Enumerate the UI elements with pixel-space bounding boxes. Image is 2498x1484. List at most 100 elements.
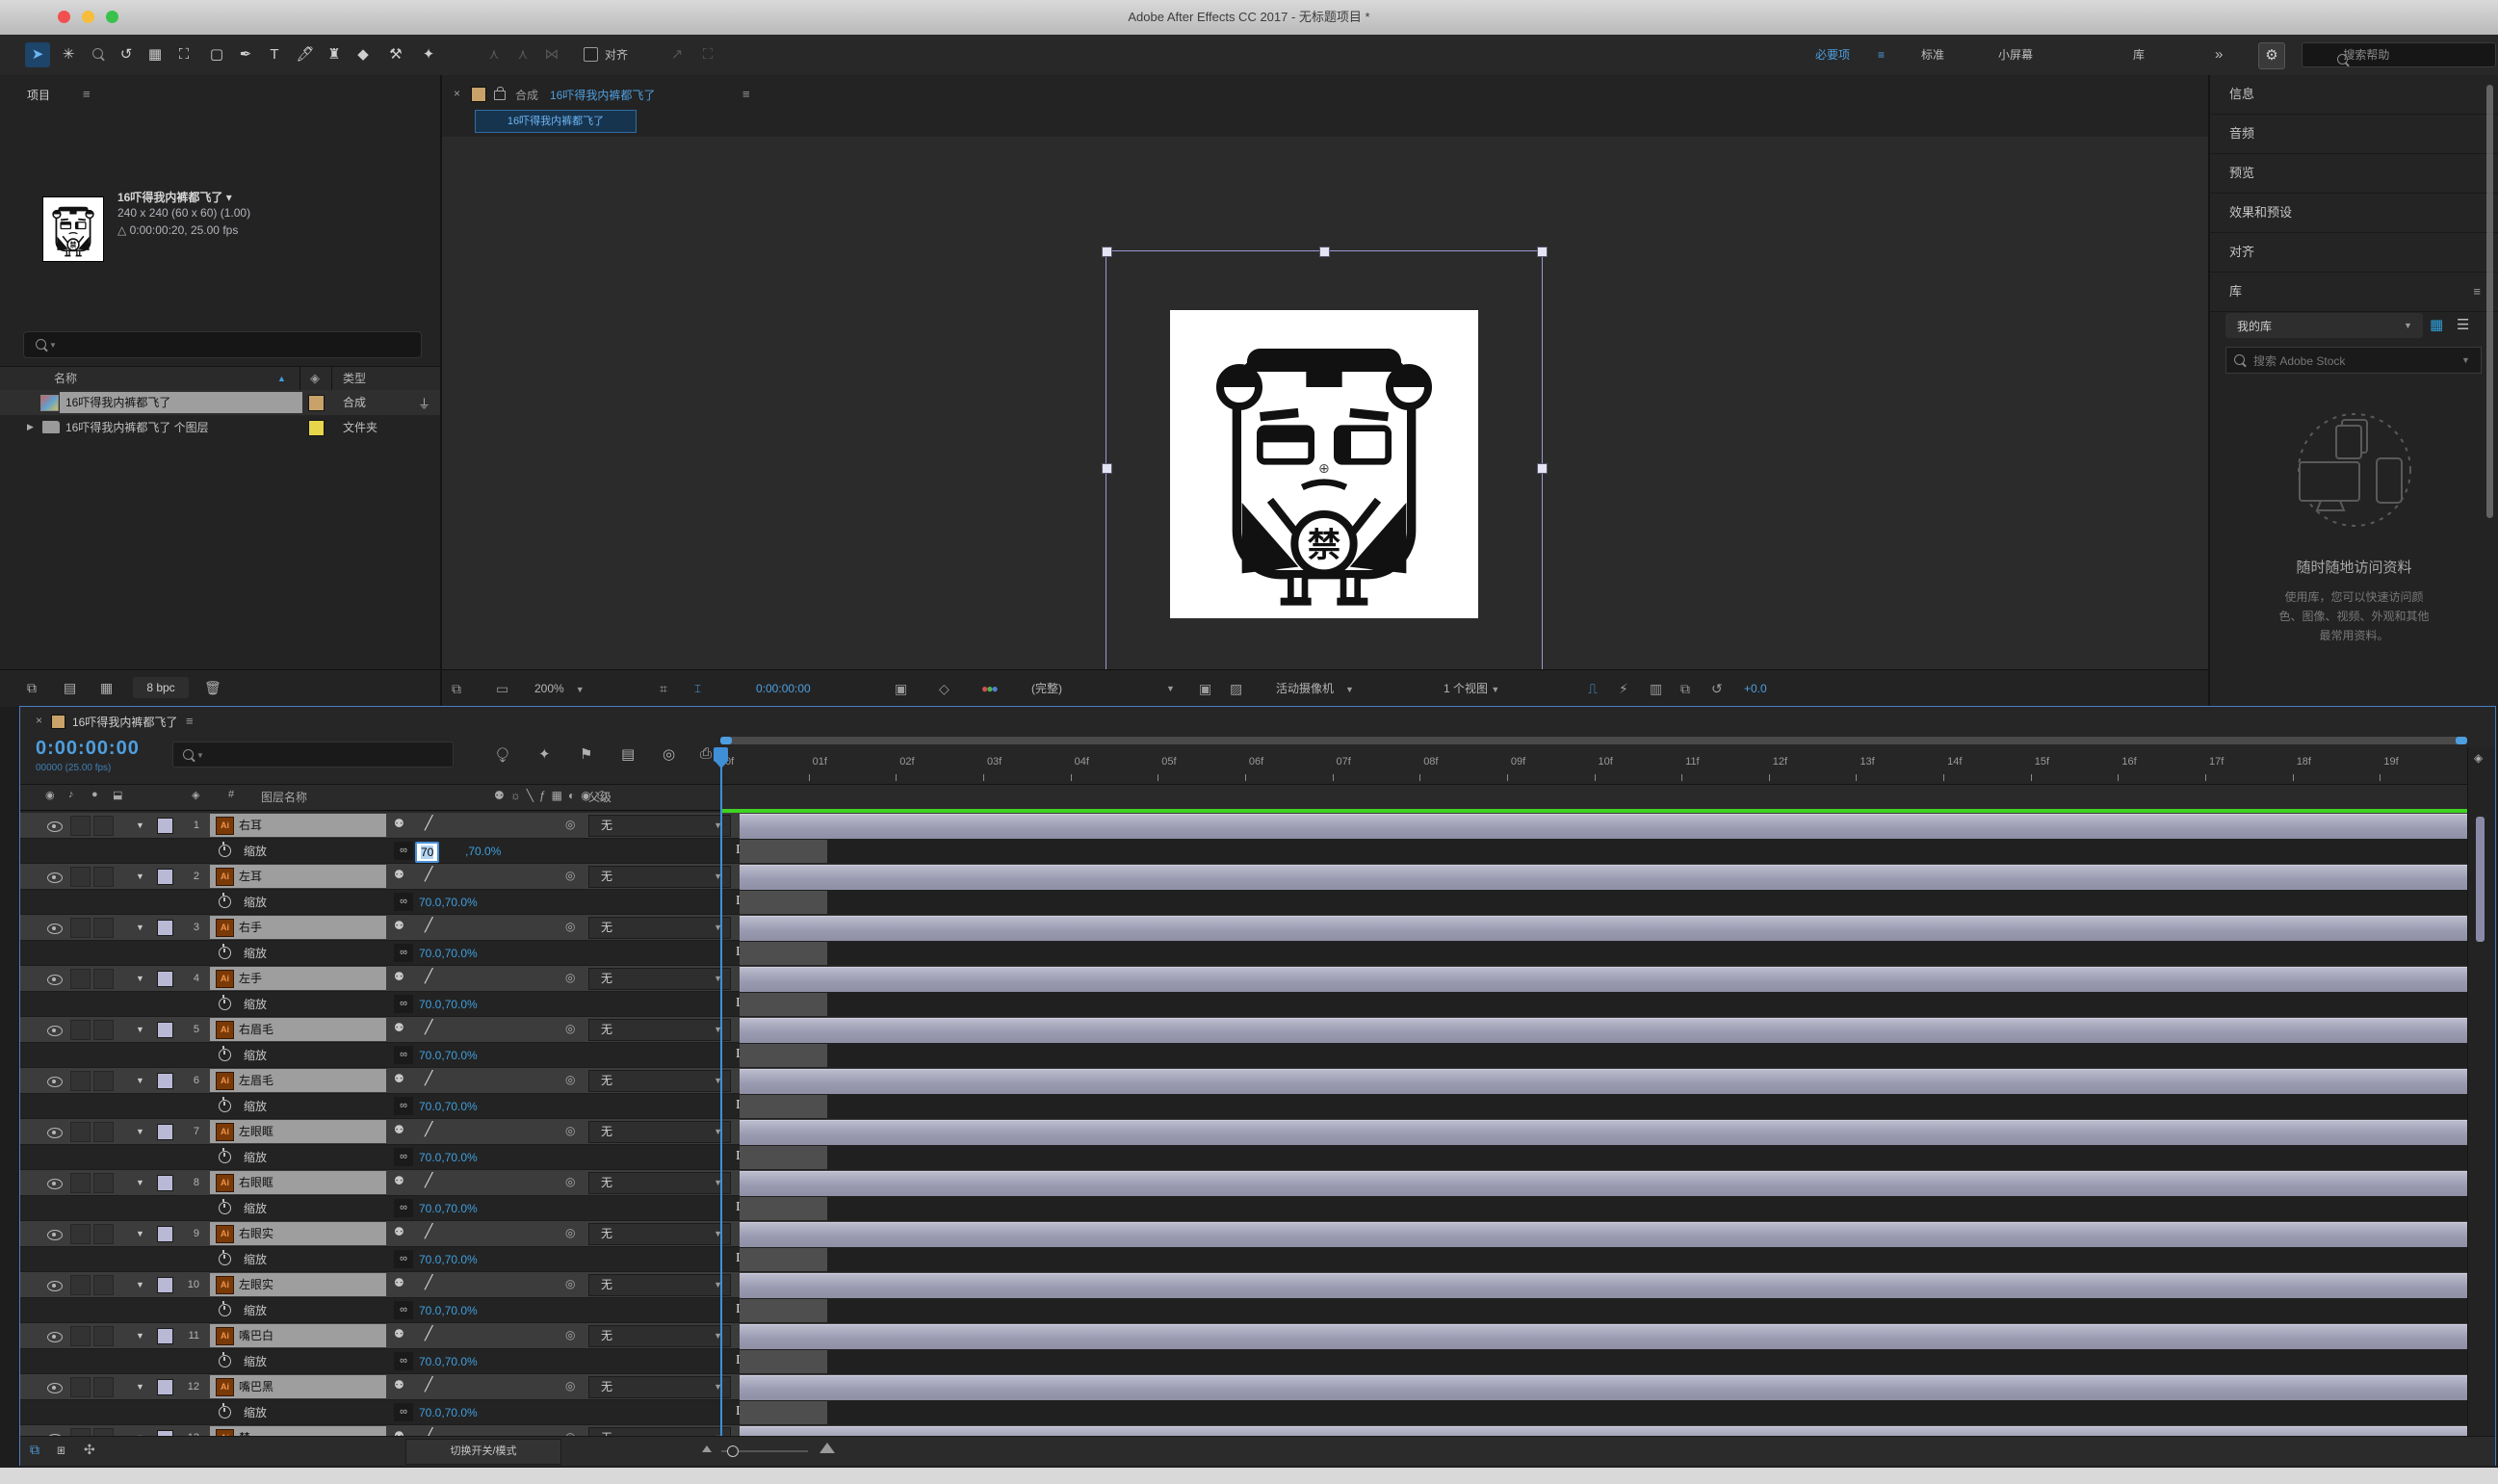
layer-expander-icon[interactable]: ▼ — [136, 1382, 144, 1392]
parent-dropdown[interactable]: 无▼ — [588, 1172, 731, 1194]
timeline-vertical-scrollbar[interactable] — [2476, 817, 2485, 942]
property-graph-area[interactable]: I — [740, 1247, 2485, 1272]
keyframe-ibeam-icon[interactable]: I — [736, 1353, 741, 1368]
property-label[interactable]: 缩放 — [244, 941, 267, 966]
layer-name[interactable]: 左眉毛 — [239, 1069, 273, 1092]
property-label[interactable]: 缩放 — [244, 1400, 267, 1425]
layer-visibility-eye-icon[interactable] — [47, 1179, 63, 1189]
audio-cell[interactable] — [70, 1071, 91, 1091]
stopwatch-icon[interactable] — [219, 1406, 231, 1419]
audio-cell[interactable] — [70, 918, 91, 938]
keyframe-ibeam-icon[interactable]: I — [736, 843, 741, 858]
layer-label-swatch[interactable] — [157, 1277, 173, 1293]
scale-value[interactable]: 70.0,70.0% — [419, 1094, 478, 1119]
sort-ascending-icon[interactable]: ▲ — [277, 367, 286, 390]
rasterize-switch-icon[interactable]: ╱ — [425, 1121, 432, 1137]
solo-cell[interactable] — [93, 1275, 114, 1295]
parent-pickwhip-icon[interactable]: ◎ — [565, 971, 575, 984]
bit-depth-button[interactable]: 8 bpc — [133, 677, 189, 698]
stopwatch-icon[interactable] — [219, 1100, 231, 1112]
link-dimensions-icon[interactable]: ∞ — [394, 1097, 413, 1115]
parent-dropdown[interactable]: 无▼ — [588, 1427, 731, 1436]
parent-dropdown[interactable]: 无▼ — [588, 1019, 731, 1041]
zoom-in-mountain-icon[interactable] — [820, 1443, 835, 1453]
scale-value[interactable]: 70.0,70.0% — [419, 890, 478, 915]
layer-name[interactable]: 左眼眶 — [239, 1120, 273, 1143]
project-panel-menu-icon[interactable]: ≡ — [83, 87, 91, 101]
project-search-input[interactable]: ▼ — [23, 331, 422, 358]
column-layer-name[interactable]: 图层名称 — [261, 789, 307, 805]
layer-name[interactable]: 左眼实 — [239, 1273, 273, 1296]
keyframe-ibeam-icon[interactable]: I — [736, 894, 741, 909]
property-row[interactable]: 缩放∞70.0,70.0%I — [20, 1043, 2495, 1068]
keyframe-ibeam-icon[interactable]: I — [736, 1047, 741, 1062]
layer-duration-bar[interactable] — [740, 1120, 2485, 1145]
sidebar-panel-4[interactable]: 效果和预设 — [2210, 194, 2498, 233]
puppet-pin-tool-icon[interactable]: ✦ — [416, 42, 441, 67]
layer-label-swatch[interactable] — [157, 869, 173, 885]
shape-tool-icon[interactable]: ▢ — [204, 42, 229, 67]
channel-rgb-icon[interactable]: ●●● — [981, 670, 997, 707]
project-item-row[interactable]: 16吓得我内裤都飞了合成⏚ — [0, 390, 440, 415]
parent-dropdown[interactable]: 无▼ — [588, 1223, 731, 1245]
workspace-tab-1[interactable]: 必要项 — [1815, 35, 1850, 75]
layer-row[interactable]: ▼2Ai左耳⚉╱◎无▼ — [20, 864, 2495, 890]
expand-folder-icon[interactable]: ▶ — [27, 422, 34, 432]
property-row[interactable]: 缩放∞70.0,70.0%I — [20, 941, 2495, 966]
timeline-tab-name[interactable]: 16吓得我内裤都飞了 — [72, 714, 177, 730]
property-label[interactable]: 缩放 — [244, 1145, 267, 1170]
layer-expander-icon[interactable]: ▼ — [136, 1229, 144, 1238]
layer-label-swatch[interactable] — [157, 1379, 173, 1395]
layer-duration-bar[interactable] — [740, 1018, 2485, 1043]
project-comp-name[interactable]: 16吓得我内裤都飞了 ▾ — [117, 189, 232, 205]
rasterize-switch-icon[interactable]: ╱ — [425, 1325, 432, 1341]
scrollbar-right-cap[interactable] — [2456, 737, 2467, 744]
quality-switch-icon[interactable]: ⚉ — [394, 1276, 404, 1289]
link-dimensions-icon[interactable]: ∞ — [394, 1301, 413, 1319]
rotate-tool-icon[interactable]: ↺ — [114, 42, 139, 67]
property-row[interactable]: 缩放∞70.0,70.0%I — [20, 1349, 2495, 1374]
expand-transfer-controls-icon[interactable]: ⧉ — [30, 1442, 39, 1458]
workspace-overflow-icon[interactable]: » — [2215, 35, 2223, 75]
property-label[interactable]: 缩放 — [244, 1247, 267, 1272]
library-select[interactable]: 我的库 ▼ — [2225, 313, 2423, 338]
keyframe-ibeam-icon[interactable]: I — [736, 1302, 741, 1317]
keyframe-ibeam-icon[interactable]: I — [736, 1404, 741, 1419]
type-tool-icon[interactable]: T — [262, 42, 287, 67]
layer-row[interactable]: ▼13Ai禁⚉╱◎无▼ — [20, 1425, 2495, 1436]
interpret-footage-icon[interactable]: ⧉ — [27, 680, 37, 696]
workspace-tab-4[interactable]: 库 — [2133, 35, 2145, 75]
property-row[interactable]: 缩放∞70,70.0%I — [20, 839, 2495, 864]
sidebar-panel-5[interactable]: 对齐 — [2210, 233, 2498, 273]
property-graph-area[interactable]: I — [740, 1196, 2485, 1221]
quality-switch-icon[interactable]: ⚉ — [394, 1072, 404, 1085]
layer-name[interactable]: 右耳 — [239, 814, 262, 837]
layer-expander-icon[interactable]: ▼ — [136, 1178, 144, 1187]
parent-pickwhip-icon[interactable]: ◎ — [565, 920, 575, 933]
quality-switch-icon[interactable]: ⚉ — [394, 817, 404, 830]
workspace-menu-icon[interactable]: ≡ — [1878, 35, 1885, 75]
quality-switch-icon[interactable]: ⚉ — [394, 1429, 404, 1436]
layer-name-cell[interactable]: Ai左眼实 — [210, 1273, 386, 1296]
project-item-name[interactable]: 16吓得我内裤都飞了 个图层 — [65, 417, 209, 438]
help-search-input[interactable]: 搜索帮助 — [2302, 42, 2496, 67]
rasterize-switch-icon[interactable]: ╱ — [425, 1223, 432, 1239]
layer-visibility-eye-icon[interactable] — [47, 872, 63, 883]
anchor-point-icon[interactable]: ⊕ — [1318, 460, 1330, 477]
stopwatch-icon[interactable] — [219, 896, 231, 908]
parent-pickwhip-icon[interactable]: ◎ — [565, 1226, 575, 1239]
zoom-out-mountain-icon[interactable] — [702, 1445, 712, 1452]
layer-label-swatch[interactable] — [157, 920, 173, 936]
stock-search-input[interactable]: 搜索 Adobe Stock ▼ — [2225, 347, 2482, 374]
rasterize-switch-icon[interactable]: ╱ — [425, 1376, 432, 1393]
keyframe-ibeam-icon[interactable]: I — [736, 1200, 741, 1215]
layer-row[interactable]: ▼6Ai左眉毛⚉╱◎无▼ — [20, 1068, 2495, 1094]
audio-cell[interactable] — [70, 867, 91, 887]
stopwatch-icon[interactable] — [219, 1355, 231, 1367]
layer-expander-icon[interactable]: ▼ — [136, 820, 144, 830]
layer-duration-bar[interactable] — [740, 1426, 2485, 1436]
rasterize-switch-icon[interactable]: ╱ — [425, 968, 432, 984]
layer-name[interactable]: 嘴巴黑 — [239, 1375, 273, 1398]
selection-handle[interactable] — [1319, 247, 1330, 257]
grid-view-icon[interactable]: ▦ — [2430, 316, 2441, 333]
